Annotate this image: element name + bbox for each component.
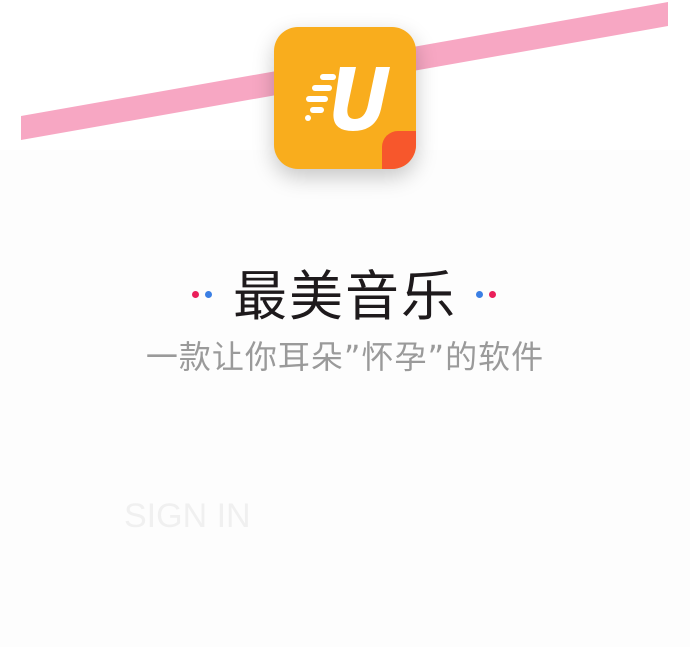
red-dot [489, 291, 497, 298]
app-subtitle: 一款让你耳朵”怀孕”的软件 [145, 338, 545, 376]
title-right-dots [476, 291, 498, 299]
blue-dot [476, 291, 484, 298]
speed-u-glyph-icon [305, 67, 390, 131]
sign-in-button[interactable]: SIGN IN [124, 496, 251, 536]
red-dot [191, 291, 199, 298]
title-left-dots [191, 291, 214, 299]
app-logo-icon [274, 27, 416, 169]
title-row: 最美音乐 [0, 262, 690, 332]
blue-dot [204, 291, 212, 298]
app-title: 最美音乐 [233, 265, 457, 328]
